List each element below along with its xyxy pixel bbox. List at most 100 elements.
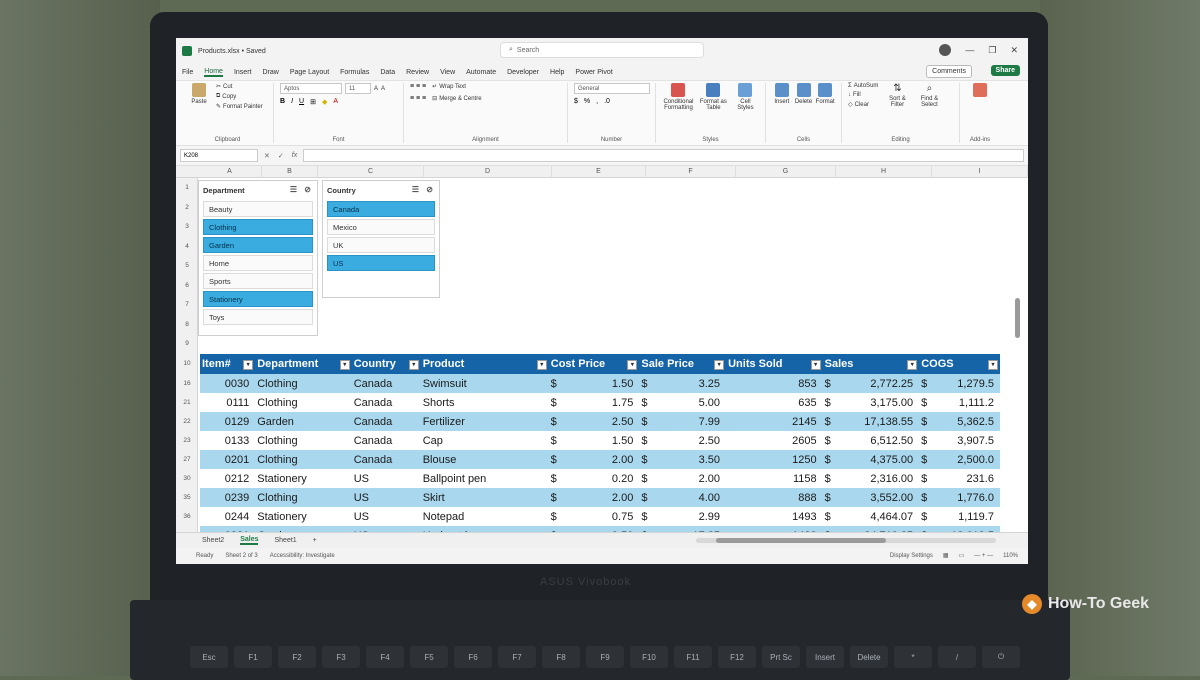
clear-button[interactable]: ◇ Clear bbox=[848, 101, 878, 109]
format-as-table-button[interactable]: Format as Table bbox=[697, 83, 730, 111]
cell-product[interactable]: Skirt bbox=[421, 488, 549, 507]
cell-country[interactable]: Canada bbox=[352, 393, 421, 412]
cell-sale[interactable]: $2.50 bbox=[639, 431, 726, 450]
avatar[interactable] bbox=[939, 44, 952, 56]
filter-dropdown-icon[interactable]: ▾ bbox=[714, 360, 725, 370]
align-top-icon[interactable]: ≡ ≡ ≡ bbox=[410, 83, 426, 90]
sheet-tab-sales[interactable]: Sales bbox=[240, 536, 259, 545]
column-header-i[interactable]: I bbox=[932, 166, 1028, 178]
cut-button[interactable]: ✂ Cut bbox=[216, 83, 263, 91]
cell-cogs[interactable]: $1,111.2 bbox=[919, 393, 1000, 412]
number-format-select[interactable]: General bbox=[574, 83, 650, 94]
status-accessibility[interactable]: Accessibility: Investigate bbox=[270, 553, 335, 559]
column-header-g[interactable]: G bbox=[736, 166, 836, 178]
decrease-font-icon[interactable]: A bbox=[381, 83, 385, 94]
slicer-item-stationery[interactable]: Stationery bbox=[203, 291, 313, 307]
cell-cost[interactable]: $1.50 bbox=[549, 431, 640, 450]
cell-item[interactable]: 0129 bbox=[200, 412, 255, 431]
horizontal-scrollbar[interactable] bbox=[696, 538, 996, 543]
font-size-select[interactable]: 11 bbox=[345, 83, 371, 94]
cell-cost[interactable]: $1.75 bbox=[549, 393, 640, 412]
cell-cogs[interactable]: $1,776.0 bbox=[919, 488, 1000, 507]
increase-font-icon[interactable]: A bbox=[374, 83, 378, 94]
normal-view-icon[interactable]: ▦ bbox=[943, 552, 949, 559]
cell-cogs[interactable]: $1,279.5 bbox=[919, 374, 1000, 393]
column-header-d[interactable]: D bbox=[424, 166, 552, 178]
cell-country[interactable]: Canada bbox=[352, 450, 421, 469]
cell-sales[interactable]: $4,375.00 bbox=[823, 450, 920, 469]
cell-country[interactable]: Canada bbox=[352, 431, 421, 450]
scroll-thumb[interactable] bbox=[716, 538, 886, 543]
page-layout-icon[interactable]: ▭ bbox=[959, 552, 965, 559]
slicer-item-garden[interactable]: Garden bbox=[203, 237, 313, 253]
cell-units[interactable]: 2605 bbox=[726, 431, 823, 450]
cell-item[interactable]: 0201 bbox=[200, 450, 255, 469]
row-header[interactable]: 16 bbox=[176, 374, 198, 393]
cell-units[interactable]: 888 bbox=[726, 488, 823, 507]
zoom-level[interactable]: 110% bbox=[1003, 553, 1018, 559]
cell-styles-button[interactable]: Cell Styles bbox=[732, 83, 759, 111]
column-header-c[interactable]: C bbox=[318, 166, 424, 178]
row-header[interactable]: 22 bbox=[176, 412, 198, 431]
cell-sales[interactable]: $3,552.00 bbox=[823, 488, 920, 507]
cell-item[interactable]: 0111 bbox=[200, 393, 255, 412]
slicer-item-uk[interactable]: UK bbox=[327, 237, 435, 253]
cell-units[interactable]: 853 bbox=[726, 374, 823, 393]
cell-sale[interactable]: $2.00 bbox=[639, 469, 726, 488]
paste-button[interactable]: Paste bbox=[188, 83, 210, 110]
row-header[interactable]: 35 bbox=[176, 488, 198, 507]
cell-cogs[interactable]: $5,362.5 bbox=[919, 412, 1000, 431]
multi-select-icon[interactable]: ☰ bbox=[290, 185, 297, 194]
cell-country[interactable]: US bbox=[352, 507, 421, 526]
cell-product[interactable]: Blouse bbox=[421, 450, 549, 469]
borders-icon[interactable]: ⊞ bbox=[310, 98, 316, 106]
filter-dropdown-icon[interactable]: ▾ bbox=[907, 360, 918, 370]
menu-tab-view[interactable]: View bbox=[440, 69, 455, 76]
row-header[interactable]: 3 bbox=[176, 223, 198, 230]
table-row[interactable]: 0129 Garden Canada Fertilizer $2.50 $7.99 2145… bbox=[200, 412, 1000, 431]
sheet-tab-sheet1[interactable]: Sheet1 bbox=[274, 537, 296, 544]
slicer-item-beauty[interactable]: Beauty bbox=[203, 201, 313, 217]
share-button[interactable]: Share bbox=[990, 65, 1020, 76]
menu-tab-power-pivot[interactable]: Power Pivot bbox=[575, 69, 612, 76]
cell-product[interactable]: Ballpoint pen bbox=[421, 469, 549, 488]
conditional-formatting-button[interactable]: Conditional Formatting bbox=[662, 83, 695, 111]
row-header[interactable]: 6 bbox=[176, 282, 198, 289]
zoom-slider[interactable]: — + — bbox=[974, 553, 993, 559]
cell-cost[interactable]: $1.50 bbox=[549, 374, 640, 393]
column-header-h[interactable]: H bbox=[836, 166, 932, 178]
fill-button[interactable]: ↓ Fill bbox=[848, 92, 878, 98]
row-header[interactable]: 1 bbox=[176, 184, 198, 191]
cell-item[interactable]: 0133 bbox=[200, 431, 255, 450]
align-left-icon[interactable]: ≡ ≡ ≡ bbox=[410, 95, 426, 102]
cell-sale[interactable]: $4.00 bbox=[639, 488, 726, 507]
row-header[interactable]: 30 bbox=[176, 469, 198, 488]
filter-dropdown-icon[interactable]: ▾ bbox=[988, 360, 998, 370]
percent-icon[interactable]: % bbox=[584, 98, 590, 105]
cell-cost[interactable]: $0.20 bbox=[549, 469, 640, 488]
cell-item[interactable]: 0030 bbox=[200, 374, 255, 393]
multi-select-icon[interactable]: ☰ bbox=[412, 185, 419, 194]
sheet-tab-sheet2[interactable]: Sheet2 bbox=[202, 537, 224, 544]
cell-country[interactable]: US bbox=[352, 469, 421, 488]
table-row[interactable]: 0030 Clothing Canada Swimsuit $1.50 $3.25 853 $… bbox=[200, 374, 1000, 393]
column-header-f[interactable]: F bbox=[646, 166, 736, 178]
slicer-item-clothing[interactable]: Clothing bbox=[203, 219, 313, 235]
cell-dept[interactable]: Clothing bbox=[255, 488, 352, 507]
cell-dept[interactable]: Clothing bbox=[255, 450, 352, 469]
clear-filter-icon[interactable]: ⊘ bbox=[304, 185, 311, 194]
cell-country[interactable]: Canada bbox=[352, 412, 421, 431]
file-title[interactable]: Products.xlsx • Saved bbox=[198, 48, 266, 55]
cell-sales[interactable]: $4,464.07 bbox=[823, 507, 920, 526]
filter-dropdown-icon[interactable]: ▾ bbox=[627, 360, 638, 370]
vertical-scrollbar[interactable] bbox=[1015, 298, 1020, 338]
row-header[interactable]: 9 bbox=[176, 340, 198, 347]
cell-item[interactable]: 0212 bbox=[200, 469, 255, 488]
display-settings[interactable]: Display Settings bbox=[890, 553, 933, 559]
cell-sale[interactable]: $7.99 bbox=[639, 412, 726, 431]
slicer-item-home[interactable]: Home bbox=[203, 255, 313, 271]
slicer-item-canada[interactable]: Canada bbox=[327, 201, 435, 217]
slicer-item-sports[interactable]: Sports bbox=[203, 273, 313, 289]
menu-tab-developer[interactable]: Developer bbox=[507, 69, 539, 76]
row-header[interactable]: 8 bbox=[176, 321, 198, 328]
